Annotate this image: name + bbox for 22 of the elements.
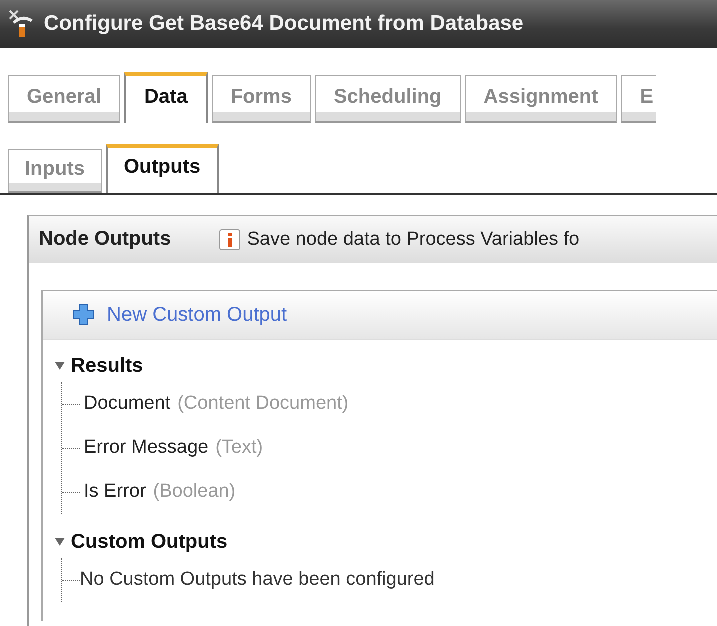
expand-toggle-icon[interactable] xyxy=(55,361,65,371)
output-type: (Boolean) xyxy=(153,481,236,503)
group-label: Results xyxy=(71,354,144,378)
panel-title: Node Outputs xyxy=(39,228,172,251)
info-text: Save node data to Process Variables fo xyxy=(247,228,580,250)
output-type: (Text) xyxy=(216,437,264,459)
subtab[interactable]: Inputs xyxy=(8,149,102,193)
output-type: (Content Document) xyxy=(178,393,349,415)
subtab[interactable]: Outputs xyxy=(106,144,219,193)
tab[interactable]: Scheduling xyxy=(314,75,461,123)
tab[interactable]: Forms xyxy=(212,75,311,123)
group-label: Custom Outputs xyxy=(71,530,228,554)
tab[interactable]: Assignment xyxy=(464,75,618,123)
window-title: Configure Get Base64 Document from Database xyxy=(44,12,524,36)
empty-message: No Custom Outputs have been configured xyxy=(80,569,435,591)
expand-toggle-icon[interactable] xyxy=(55,537,65,547)
plus-icon xyxy=(73,304,95,326)
tab[interactable]: E xyxy=(621,75,656,123)
new-output-link[interactable]: New Custom Output xyxy=(107,304,288,326)
tab[interactable]: General xyxy=(8,75,120,123)
info-icon xyxy=(219,228,242,250)
tab[interactable]: Data xyxy=(124,72,208,123)
